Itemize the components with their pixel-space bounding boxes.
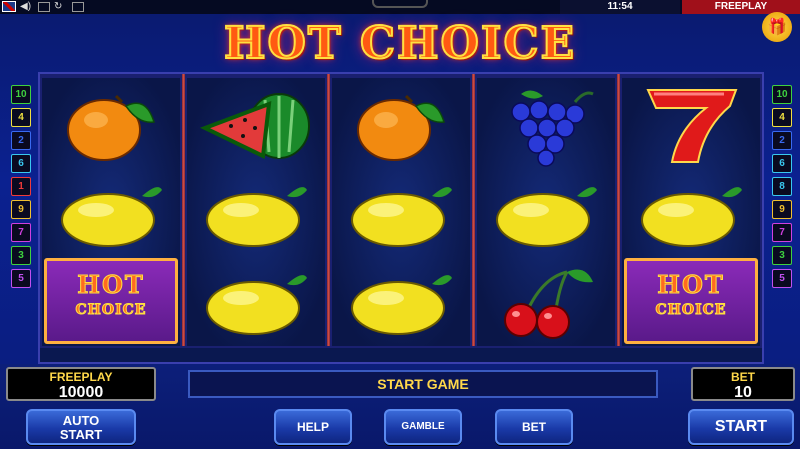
help-button[interactable]: HELP <box>274 409 352 445</box>
reel-area: HOT CHOICE HOT CHOICE <box>38 72 764 364</box>
clock: 11:54 <box>560 0 680 14</box>
lemon-symbol <box>336 170 466 256</box>
orange-symbol <box>336 82 466 168</box>
reel-separator <box>617 74 620 346</box>
game-title: HOT CHOICE <box>223 17 577 70</box>
payline-badge: 10 <box>772 85 792 104</box>
payline-badge: 8 <box>772 177 792 196</box>
payline-badge: 3 <box>772 246 792 265</box>
cherries-symbol <box>481 258 611 344</box>
slot-game-screen: ◀) ↻ 11:54 FREEPLAY 🎁 HOT CHOICE 10 4 2 6 1 9… <box>0 0 800 449</box>
hot-choice-symbol: HOT CHOICE <box>44 258 178 344</box>
gamble-button[interactable]: GAMBLE <box>384 409 462 445</box>
bet-display: BET 10 <box>691 367 795 401</box>
lemon-symbol <box>191 258 321 344</box>
payline-badge: 5 <box>11 269 31 288</box>
payline-badge: 9 <box>11 200 31 219</box>
fullscreen-icon[interactable] <box>38 1 50 12</box>
payline-badge: 6 <box>772 154 792 173</box>
payline-badge: 4 <box>11 108 31 127</box>
window-icon[interactable] <box>72 1 84 12</box>
auto-start-label-line1: AUTO <box>62 413 100 428</box>
menu-pulldown-handle[interactable] <box>372 0 428 8</box>
hot-choice-line2: CHOICE <box>75 302 147 319</box>
bet-button[interactable]: BET <box>495 409 573 445</box>
payline-badge: 7 <box>772 223 792 242</box>
payline-badge: 5 <box>772 269 792 288</box>
sound-icon[interactable]: ◀) <box>20 1 34 12</box>
refresh-icon[interactable]: ↻ <box>54 1 68 12</box>
hot-choice-line1: HOT <box>77 270 145 300</box>
payline-badge: 9 <box>772 200 792 219</box>
reel-1: HOT CHOICE <box>42 78 180 346</box>
reel-3 <box>332 78 470 346</box>
payline-badge: 2 <box>11 131 31 150</box>
lemon-symbol <box>336 258 466 344</box>
auto-start-label-line2: START <box>59 427 103 442</box>
lemon-symbol <box>191 170 321 256</box>
orange-symbol <box>46 82 176 168</box>
freeplay-tag: FREEPLAY <box>682 0 800 14</box>
reel-footer <box>40 348 762 362</box>
bet-label: BET <box>731 370 755 384</box>
start-button[interactable]: START <box>688 409 794 445</box>
payline-badge: 2 <box>772 131 792 150</box>
hot-choice-line1: HOT <box>657 270 725 300</box>
payline-badge: 3 <box>11 246 31 265</box>
freeplay-value: 10000 <box>58 384 104 401</box>
watermelon-symbol <box>191 82 321 168</box>
payline-badge: 1 <box>11 177 31 196</box>
reel-separator <box>327 74 330 346</box>
bet-value: 10 <box>734 384 752 401</box>
freeplay-credits-display: FREEPLAY 10000 <box>6 367 156 401</box>
reel-separator <box>182 74 185 346</box>
payline-badge: 6 <box>11 154 31 173</box>
payline-badge: 7 <box>11 223 31 242</box>
system-icons: ◀) ↻ <box>2 1 84 12</box>
payline-indicators-left: 10 4 2 6 1 9 7 3 5 <box>11 85 31 292</box>
hot-choice-symbol: HOT CHOICE <box>624 258 758 344</box>
message-display: START GAME <box>188 370 658 398</box>
gift-icon[interactable]: 🎁 <box>762 12 792 42</box>
language-flag-icon[interactable] <box>2 1 16 12</box>
reel-5: HOT CHOICE <box>622 78 760 346</box>
payline-badge: 4 <box>772 108 792 127</box>
freeplay-label: FREEPLAY <box>49 370 113 384</box>
lemon-symbol <box>626 170 756 256</box>
reel-2 <box>187 78 325 346</box>
grapes-symbol <box>481 82 611 168</box>
reel-separator <box>472 74 475 346</box>
auto-start-button[interactable]: AUTO START <box>26 409 136 445</box>
hot-choice-line2: CHOICE <box>655 302 727 319</box>
payline-badge: 10 <box>11 85 31 104</box>
reel-4 <box>477 78 615 346</box>
seven-symbol <box>626 82 756 168</box>
payline-indicators-right: 10 4 2 6 8 9 7 3 5 <box>772 85 792 292</box>
lemon-symbol <box>481 170 611 256</box>
system-bar: ◀) ↻ 11:54 FREEPLAY <box>0 0 800 14</box>
lemon-symbol <box>46 170 176 256</box>
